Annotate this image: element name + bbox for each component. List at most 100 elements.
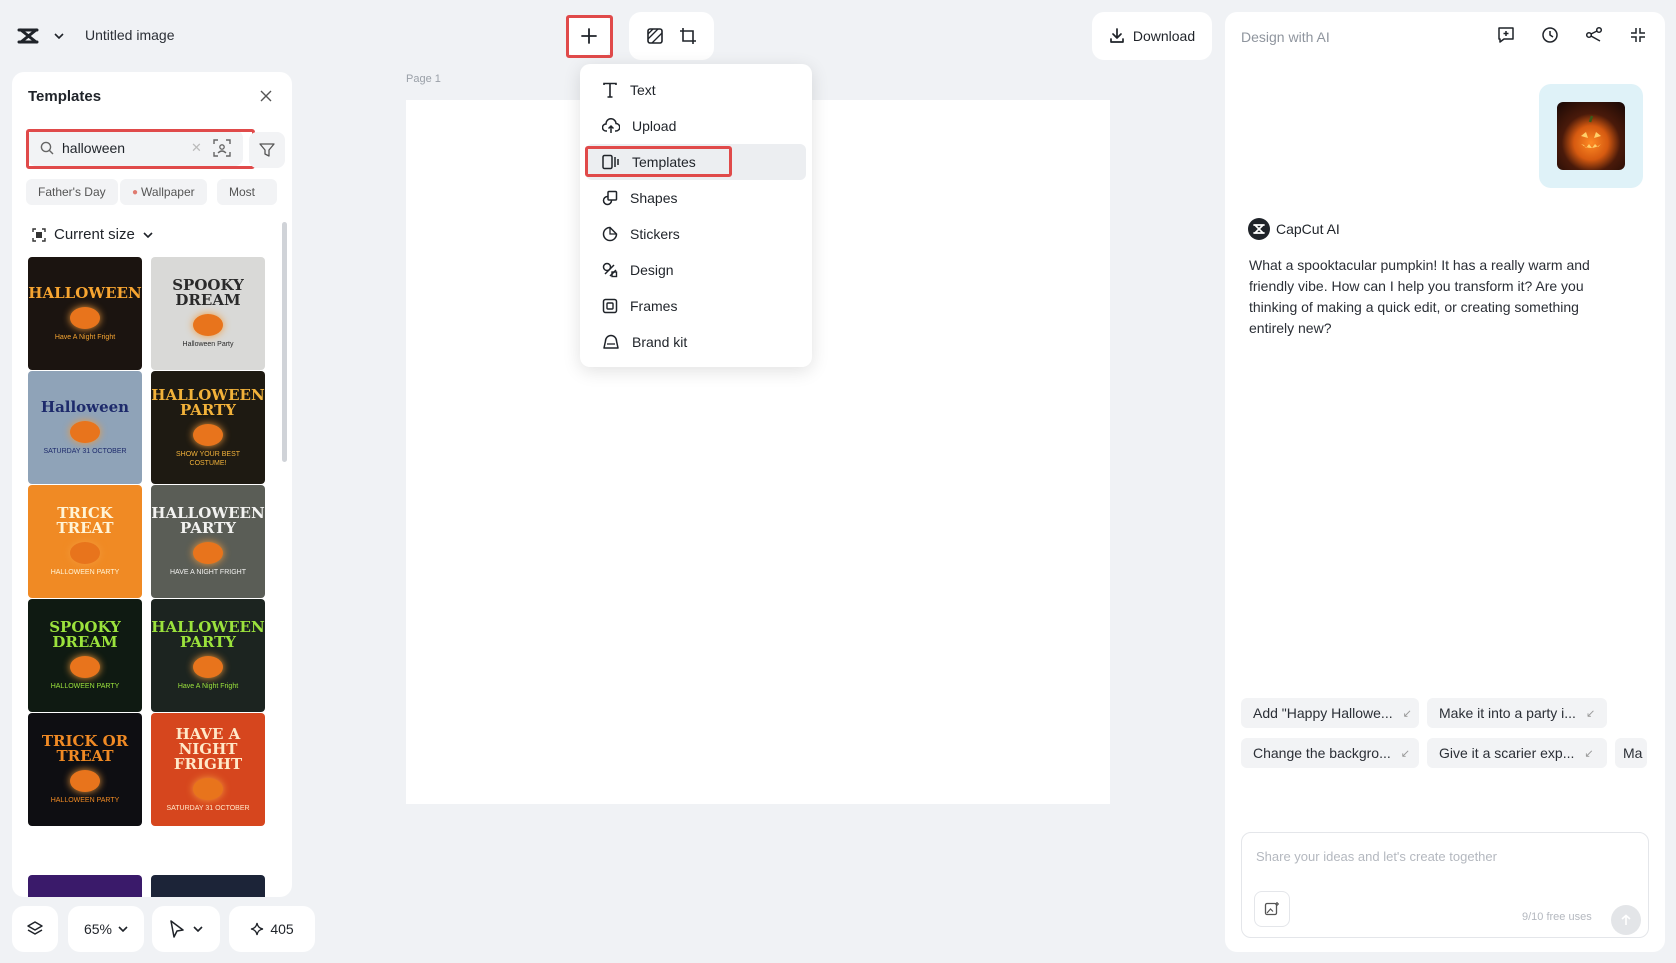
template-card[interactable]: HALLOWEEN PARTY SHOW YOUR BEST COSTUME!	[151, 371, 265, 484]
history-icon[interactable]	[1541, 26, 1559, 44]
template-card[interactable]	[151, 875, 265, 897]
add-element-button[interactable]	[567, 16, 611, 56]
page-label: Page 1	[406, 73, 441, 85]
chip-label: Wallpaper	[141, 185, 195, 199]
chevron-down-icon	[54, 33, 64, 39]
document-title[interactable]: Untitled image	[85, 27, 175, 43]
template-card[interactable]: TRICK OR TREAT HALLOWEEN PARTY	[28, 713, 142, 826]
suggestion-label: Ma	[1623, 745, 1643, 761]
template-subtitle: HALLOWEEN PARTY	[50, 569, 120, 576]
template-card[interactable]: HALLOWEEN PARTY HAVE A NIGHT FRIGHT	[151, 485, 265, 598]
chip-most[interactable]: Most	[217, 179, 277, 205]
suggestion-chip[interactable]: Ma	[1615, 738, 1647, 768]
credits-counter[interactable]: 405	[229, 906, 315, 952]
template-subtitle: HAVE A NIGHT FRIGHT	[170, 569, 246, 576]
template-card[interactable]	[28, 875, 142, 897]
template-card[interactable]: TRICK TREAT HALLOWEEN PARTY	[28, 485, 142, 598]
menu-item-label: Frames	[630, 298, 678, 314]
menu-item-label: Upload	[632, 118, 677, 134]
menu-item-frames[interactable]: Frames	[586, 288, 806, 324]
menu-item-design[interactable]: Design	[586, 252, 806, 288]
search-input[interactable]: halloween	[62, 140, 125, 156]
pumpkin-graphic	[193, 542, 223, 564]
image-search-icon[interactable]	[213, 139, 231, 157]
prompt-input[interactable]	[1256, 849, 1626, 864]
suggestion-chip[interactable]: Make it into a party i... ↙	[1427, 698, 1607, 728]
filter-icon	[259, 142, 275, 158]
send-button[interactable]	[1611, 905, 1641, 935]
template-card[interactable]: Halloween SATURDAY 31 OCTOBER	[28, 371, 142, 484]
text-icon	[602, 82, 618, 98]
close-icon[interactable]	[260, 90, 272, 102]
collapse-icon[interactable]	[1629, 26, 1647, 44]
template-title: TRICK TREAT	[56, 504, 114, 537]
suggestion-chip[interactable]: Add "Happy Hallowe... ↙	[1241, 698, 1419, 728]
zoom-control[interactable]: 65%	[68, 906, 144, 952]
pumpkin-graphic	[193, 423, 223, 446]
insert-arrow-icon: ↙	[1585, 707, 1596, 720]
app-menu[interactable]	[16, 22, 76, 50]
template-card[interactable]: HALLOWEEN PARTY Have A Night Fright	[151, 599, 265, 712]
template-subtitle: HALLOWEEN PARTY	[50, 797, 120, 804]
background-tool-icon[interactable]	[646, 27, 664, 45]
template-subtitle: Have A Night Fright	[177, 683, 239, 690]
pumpkin-graphic	[193, 314, 223, 336]
template-title: HALLOWEEN PARTY	[151, 618, 265, 651]
plus-icon	[580, 27, 598, 45]
insert-arrow-icon: ↙	[1402, 707, 1412, 720]
search-icon	[40, 141, 54, 155]
canvas-tools	[629, 12, 714, 60]
pointer-tool[interactable]	[152, 906, 220, 952]
prompt-box: 9/10 free uses	[1241, 832, 1649, 938]
menu-item-stickers[interactable]: Stickers	[586, 216, 806, 252]
template-subtitle: SATURDAY 31 OCTOBER	[43, 447, 127, 455]
menu-item-upload[interactable]: Upload	[586, 108, 806, 144]
sparkle-icon	[250, 922, 264, 936]
template-card[interactable]: HALLOWEEN Have A Night Fright	[28, 257, 142, 370]
menu-item-shapes[interactable]: Shapes	[586, 180, 806, 216]
menu-item-text[interactable]: Text	[586, 72, 806, 108]
panel-scrollbar[interactable]	[282, 222, 287, 462]
upload-icon	[602, 118, 620, 134]
template-title: TRICK OR TREAT	[41, 732, 129, 765]
resize-tool-icon[interactable]	[679, 27, 697, 45]
share-icon[interactable]	[1585, 26, 1603, 44]
zoom-value: 65%	[83, 921, 113, 937]
template-title: SPOOKY DREAM	[172, 276, 244, 309]
capcut-logo-icon	[16, 26, 42, 46]
chip-wallpaper[interactable]: ● Wallpaper	[120, 179, 207, 205]
template-subtitle: SATURDAY 31 OCTOBER	[166, 804, 250, 812]
chip-fathers-day[interactable]: Father's Day	[26, 179, 118, 205]
filter-button[interactable]	[249, 132, 285, 168]
size-selector[interactable]: Current size	[32, 226, 153, 243]
wallpaper-dot-icon: ●	[132, 186, 139, 198]
template-card[interactable]: SPOOKY DREAM Halloween Party	[151, 257, 265, 370]
ai-panel: Design with AI CapCut AI What a spooktac…	[1225, 12, 1665, 952]
brand-kit-icon	[602, 334, 620, 350]
menu-item-brand-kit[interactable]: Brand kit	[586, 324, 806, 360]
new-chat-icon[interactable]	[1497, 26, 1515, 44]
ai-panel-tools	[1497, 26, 1647, 44]
menu-item-templates[interactable]: Templates	[586, 144, 806, 180]
template-subtitle: SHOW YOUR BEST COSTUME!	[175, 450, 241, 467]
template-title: HAVE A NIGHT FRIGHT	[173, 724, 243, 773]
clear-search-icon[interactable]: ✕	[191, 140, 202, 156]
templates-panel: Templates halloween ✕ Father's Day ● Wal…	[12, 72, 292, 897]
suggestion-label: Change the backgro...	[1253, 745, 1391, 761]
panel-title: Templates	[28, 88, 102, 105]
attach-image-button[interactable]	[1254, 891, 1290, 927]
uploaded-image-bubble[interactable]	[1539, 84, 1643, 188]
shapes-icon	[602, 190, 618, 206]
layers-icon	[26, 920, 44, 938]
template-card[interactable]: HAVE A NIGHT FRIGHT SATURDAY 31 OCTOBER	[151, 713, 265, 826]
pumpkin-graphic	[70, 542, 100, 564]
chevron-down-icon	[118, 926, 128, 932]
suggestion-chip[interactable]: Give it a scarier exp... ↙	[1427, 738, 1607, 768]
download-label: Download	[1132, 28, 1196, 44]
suggestion-chip[interactable]: Change the backgro... ↙	[1241, 738, 1419, 768]
template-card[interactable]: SPOOKY DREAM HALLOWEEN PARTY	[28, 599, 142, 712]
download-button[interactable]: Download	[1092, 12, 1212, 60]
layers-button[interactable]	[12, 906, 58, 952]
menu-item-label: Templates	[632, 154, 696, 170]
template-search[interactable]: halloween ✕	[28, 130, 243, 166]
